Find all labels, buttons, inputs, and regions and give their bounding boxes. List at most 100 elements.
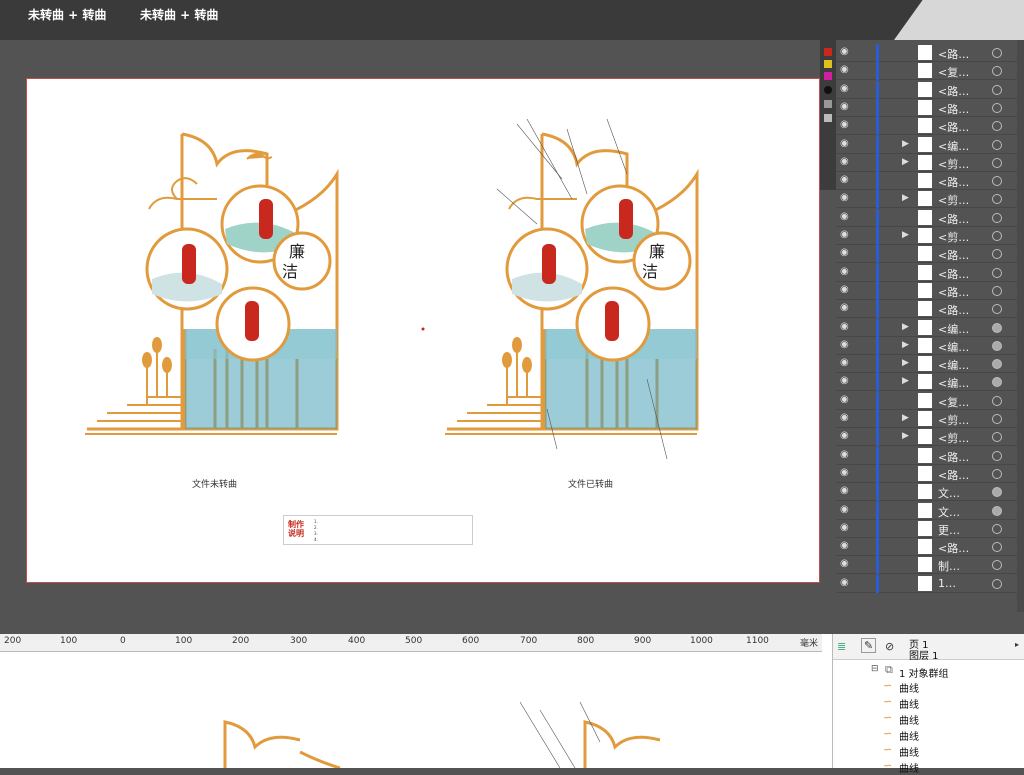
layer-row[interactable]: ◉ ▶ <剪… bbox=[836, 227, 1024, 245]
layer-row[interactable]: ◉ ▶ <剪… bbox=[836, 190, 1024, 209]
layer-row[interactable]: ◉ <路… bbox=[836, 263, 1024, 282]
layer-row[interactable]: ◉ <路… bbox=[836, 98, 1024, 117]
target-circle-icon[interactable] bbox=[992, 285, 1002, 296]
object-group[interactable]: 1 对象群组 bbox=[899, 665, 949, 680]
tree-item-curve[interactable]: 曲线 bbox=[899, 696, 919, 711]
layer-name[interactable]: <路… bbox=[938, 284, 969, 300]
expand-triangle-icon[interactable]: ▶ bbox=[902, 358, 909, 368]
swatch-gray[interactable] bbox=[824, 100, 832, 108]
layer-name[interactable]: <复… bbox=[938, 64, 969, 80]
visibility-eye-icon[interactable]: ◉ bbox=[840, 358, 854, 368]
expand-triangle-icon[interactable]: ▶ bbox=[902, 376, 909, 386]
visibility-eye-icon[interactable]: ◉ bbox=[840, 47, 854, 57]
canvas-area[interactable]: 廉 洁 廉 洁 文件未转曲 文件已转曲 制作 说明 1. 2. 3. 4. bbox=[0, 40, 836, 612]
visibility-eye-icon[interactable]: ◉ bbox=[840, 156, 854, 167]
layer-row[interactable]: ◉ <路… bbox=[836, 538, 1024, 557]
target-circle-icon[interactable] bbox=[992, 304, 1002, 315]
visibility-eye-icon[interactable]: ◉ bbox=[840, 266, 854, 277]
target-circle-icon[interactable] bbox=[992, 121, 1002, 132]
layers-panel[interactable]: ◉ <路… ◉ <复… ◉ <路… ◉ <路… ◉ <路… ◉ ▶ <编… ◉ ▶ <剪… ◉ <路… ◉ ▶ <剪… ◉… bbox=[836, 40, 1024, 612]
target-circle-icon[interactable] bbox=[992, 414, 1002, 424]
visibility-eye-icon[interactable]: ◉ bbox=[840, 138, 854, 149]
visibility-eye-icon[interactable]: ◉ bbox=[840, 101, 854, 112]
layer-name[interactable]: <路… bbox=[938, 247, 969, 263]
layer-name[interactable]: <路… bbox=[938, 467, 969, 483]
layer-row[interactable]: ◉ ▶ <剪… bbox=[836, 410, 1024, 428]
layer-row[interactable]: ◉ 文… bbox=[836, 483, 1024, 502]
layers-scrollbar[interactable] bbox=[1017, 40, 1024, 612]
swatch-magenta[interactable] bbox=[824, 72, 832, 80]
target-circle-icon[interactable] bbox=[992, 212, 1002, 223]
expand-triangle-icon[interactable]: ▶ bbox=[902, 322, 909, 332]
layers-icon[interactable]: ≣ bbox=[837, 640, 846, 653]
target-circle-icon[interactable] bbox=[992, 66, 1002, 77]
layer-row[interactable]: ◉ <复… bbox=[836, 62, 1024, 81]
tree-item-curve[interactable]: 曲线 bbox=[899, 680, 919, 695]
visibility-eye-icon[interactable]: ◉ bbox=[840, 211, 854, 222]
visibility-eye-icon[interactable]: ◉ bbox=[840, 577, 854, 588]
visibility-eye-icon[interactable]: ◉ bbox=[840, 303, 854, 313]
layer-name[interactable]: <路… bbox=[938, 302, 969, 318]
layer-name[interactable]: <剪… bbox=[938, 229, 969, 245]
layer-name[interactable]: <路… bbox=[938, 174, 969, 190]
layer-row[interactable]: ◉ <路… bbox=[836, 208, 1024, 227]
layer-name[interactable]: <路… bbox=[938, 449, 969, 465]
layer-name[interactable]: <剪… bbox=[938, 412, 969, 428]
layer-row[interactable]: ◉ 更… bbox=[836, 519, 1024, 538]
target-circle-icon[interactable] bbox=[992, 432, 1002, 443]
layer-row[interactable]: ◉ ▶ <编… bbox=[836, 135, 1024, 154]
visibility-eye-icon[interactable]: ◉ bbox=[840, 394, 854, 405]
layer-row[interactable]: ◉ ▶ <编… bbox=[836, 336, 1024, 355]
expand-triangle-icon[interactable]: ▶ bbox=[902, 193, 909, 203]
layer-row[interactable]: ◉ <路… bbox=[836, 117, 1024, 136]
layer-row[interactable]: ◉ 制… bbox=[836, 556, 1024, 575]
target-circle-icon[interactable] bbox=[992, 231, 1002, 241]
target-circle-icon[interactable] bbox=[992, 84, 1002, 95]
layer-manager-icon[interactable]: ⊘ bbox=[885, 640, 894, 653]
visibility-eye-icon[interactable]: ◉ bbox=[840, 65, 854, 75]
visibility-eye-icon[interactable]: ◉ bbox=[840, 248, 854, 258]
target-circle-icon[interactable] bbox=[992, 523, 1002, 534]
target-circle-icon[interactable] bbox=[992, 578, 1002, 589]
layer-name[interactable]: 更… bbox=[938, 522, 960, 538]
visibility-eye-icon[interactable]: ◉ bbox=[840, 467, 854, 478]
layer-row[interactable]: ◉ <路… bbox=[836, 172, 1024, 191]
layer-name[interactable]: <路… bbox=[938, 119, 969, 135]
target-circle-icon[interactable] bbox=[992, 157, 1002, 168]
swatch-yellow[interactable] bbox=[824, 60, 832, 68]
layer-name[interactable]: <路… bbox=[938, 211, 969, 227]
layer-name[interactable]: <路… bbox=[938, 266, 969, 282]
target-circle-icon[interactable] bbox=[992, 176, 1002, 187]
layer-row[interactable]: ◉ ▶ <剪… bbox=[836, 428, 1024, 447]
visibility-eye-icon[interactable]: ◉ bbox=[840, 230, 854, 240]
layer-row[interactable]: ◉ <路… bbox=[836, 281, 1024, 300]
tree-item-curve[interactable]: 曲线 bbox=[899, 712, 919, 727]
collapse-icon[interactable]: ⊟ bbox=[871, 664, 879, 674]
visibility-eye-icon[interactable]: ◉ bbox=[840, 193, 854, 203]
target-circle-icon[interactable] bbox=[992, 267, 1002, 278]
target-circle-icon[interactable] bbox=[992, 487, 1002, 498]
target-circle-icon[interactable] bbox=[992, 377, 1002, 388]
layer-row[interactable]: ◉ <路… bbox=[836, 44, 1024, 62]
target-circle-icon[interactable] bbox=[992, 139, 1002, 150]
target-circle-icon[interactable] bbox=[992, 194, 1002, 205]
expand-triangle-icon[interactable]: ▶ bbox=[902, 230, 909, 240]
layer-name[interactable]: <路… bbox=[938, 83, 969, 99]
layer-row[interactable]: ◉ <路… bbox=[836, 446, 1024, 465]
visibility-eye-icon[interactable]: ◉ bbox=[840, 339, 854, 350]
swatch-red[interactable] bbox=[824, 48, 832, 56]
target-circle-icon[interactable] bbox=[992, 542, 1002, 553]
expand-triangle-icon[interactable]: ▶ bbox=[902, 431, 909, 441]
edit-layers-icon[interactable]: ✎ bbox=[861, 638, 877, 653]
layer-name[interactable]: <复… bbox=[938, 394, 969, 410]
visibility-eye-icon[interactable]: ◉ bbox=[840, 449, 854, 460]
visibility-eye-icon[interactable]: ◉ bbox=[840, 376, 854, 386]
layer-name[interactable]: <编… bbox=[938, 339, 969, 355]
layer-row[interactable]: ◉ ▶ <编… bbox=[836, 373, 1024, 392]
target-circle-icon[interactable] bbox=[992, 48, 1002, 58]
tree-item-curve[interactable]: 曲线 bbox=[899, 728, 919, 743]
layer-name[interactable]: <编… bbox=[938, 357, 969, 373]
layer-row[interactable]: ◉ <路… bbox=[836, 300, 1024, 319]
layer-name[interactable]: 文… bbox=[938, 485, 960, 501]
layer-name[interactable]: <剪… bbox=[938, 192, 969, 208]
